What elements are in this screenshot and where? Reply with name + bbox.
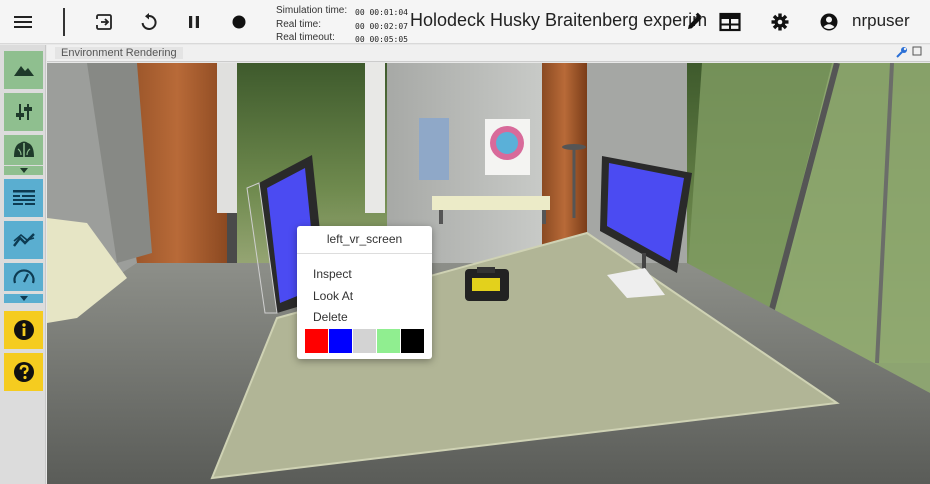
- panel-tab-label[interactable]: Environment Rendering: [55, 47, 183, 59]
- environment-icon: [13, 66, 34, 76]
- color-swatch-blue[interactable]: [329, 329, 352, 353]
- real-time-label: Real time:: [276, 18, 322, 30]
- toolbar-divider: [63, 8, 65, 36]
- object-inspector-icon: [15, 104, 32, 120]
- menu-icon[interactable]: [10, 9, 36, 35]
- object-context-menu: left_vr_screen Inspect Look At Delete: [297, 226, 432, 359]
- edit-icon[interactable]: [682, 9, 708, 35]
- environment-rendering[interactable]: left_vr_screen Inspect Look At Delete: [47, 63, 930, 484]
- performance-icon: [12, 269, 35, 284]
- look-at-menu-item[interactable]: Look At: [313, 289, 353, 303]
- log-console-button[interactable]: [4, 179, 43, 217]
- real-time-value: 00 00:02:07: [355, 21, 408, 31]
- reset-icon[interactable]: [136, 9, 162, 35]
- color-swatch-red[interactable]: [305, 329, 328, 353]
- environment-button[interactable]: [4, 51, 43, 89]
- delete-menu-item[interactable]: Delete: [313, 310, 348, 324]
- brain-button[interactable]: [4, 135, 43, 165]
- info-button[interactable]: [4, 311, 43, 349]
- inspect-menu-item[interactable]: Inspect: [313, 267, 352, 281]
- color-swatch-black[interactable]: [401, 329, 424, 353]
- expand-blue-group[interactable]: [4, 294, 43, 303]
- context-menu-title: left_vr_screen: [326, 232, 403, 246]
- exit-icon[interactable]: [91, 9, 117, 35]
- expand-green-group[interactable]: [4, 166, 43, 175]
- color-swatch-lightgray[interactable]: [353, 329, 376, 353]
- help-button[interactable]: [4, 353, 43, 391]
- account-icon[interactable]: [816, 9, 842, 35]
- real-timeout-label: Real timeout:: [276, 32, 335, 43]
- username: nrpuser: [852, 11, 910, 30]
- real-timeout-value: 00 00:05:05: [355, 35, 408, 44]
- help-icon: [13, 362, 34, 382]
- color-swatch-lightgreen[interactable]: [377, 329, 400, 353]
- gear-icon[interactable]: [767, 9, 793, 35]
- color-swatches: [305, 329, 424, 353]
- record-icon[interactable]: [226, 9, 252, 35]
- context-menu-divider: [297, 253, 432, 254]
- sim-time-value: 00 00:01:04: [355, 8, 408, 17]
- chevron-down-icon: [19, 296, 28, 301]
- performance-button[interactable]: [4, 263, 43, 291]
- info-icon: [13, 320, 34, 340]
- rendering-panel-header: Environment Rendering: [47, 45, 930, 62]
- scene-render[interactable]: [47, 63, 930, 484]
- pause-icon[interactable]: [181, 9, 207, 35]
- plot-icon: [12, 233, 35, 247]
- log-console-icon: [12, 190, 35, 205]
- wrench-icon[interactable]: [896, 46, 908, 58]
- brain-icon: [13, 141, 34, 157]
- top-toolbar: Simulation time: 00 00:01:04 Real time: 00…: [0, 0, 930, 44]
- experiment-title: Holodeck Husky Braitenberg experiment: [410, 10, 706, 30]
- sim-time-label: Simulation time:: [276, 5, 348, 16]
- tool-sidebar: [0, 45, 46, 484]
- maximize-icon[interactable]: [912, 46, 922, 56]
- layout-icon[interactable]: [717, 9, 743, 35]
- plot-button[interactable]: [4, 221, 43, 259]
- chevron-down-icon: [19, 168, 28, 173]
- simulation-timing: Simulation time: 00 00:01:04 Real time: 00…: [276, 5, 408, 46]
- object-inspector-button[interactable]: [4, 93, 43, 131]
